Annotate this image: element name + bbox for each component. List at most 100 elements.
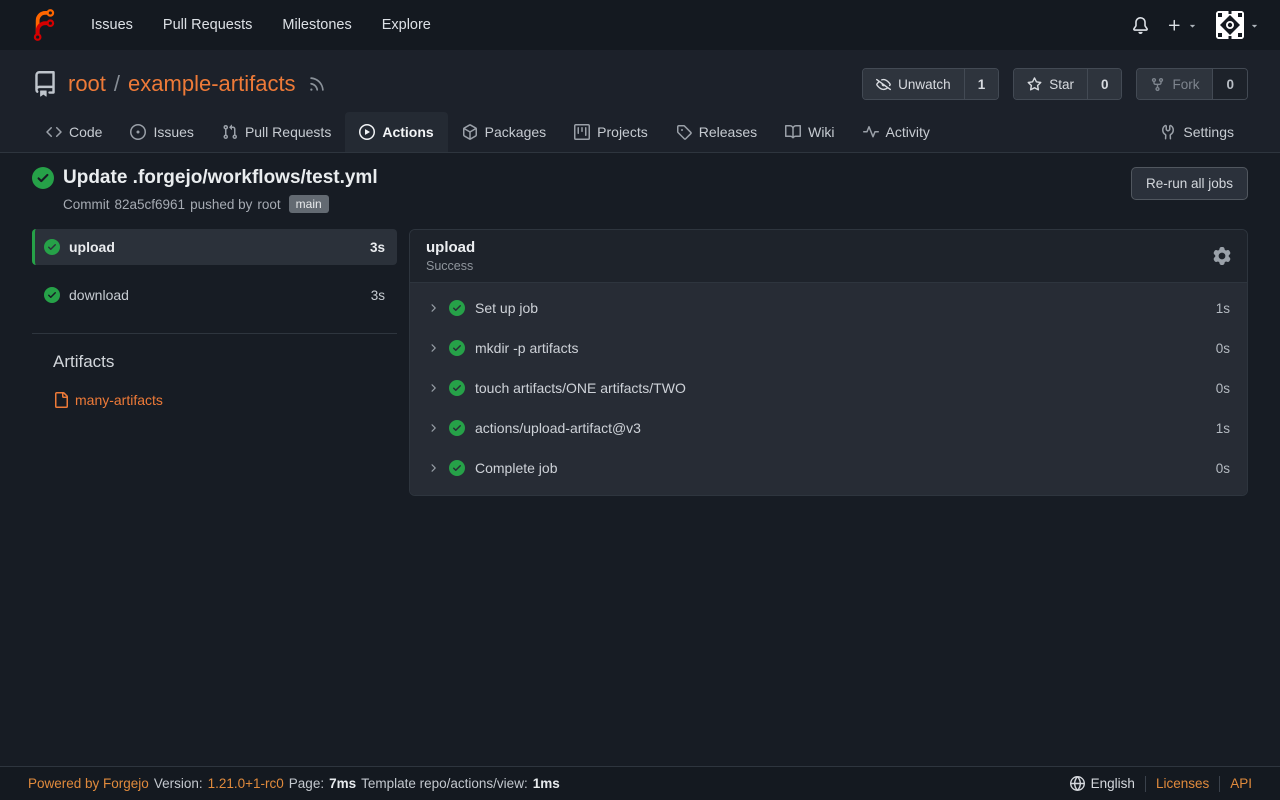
commit-sha-link[interactable]: 82a5cf6961 bbox=[115, 197, 186, 212]
main-content: Update .forgejo/workflows/test.yml Commi… bbox=[0, 153, 1280, 766]
job-item-download[interactable]: download 3s bbox=[32, 277, 397, 313]
step-row-mkdir[interactable]: mkdir -p artifacts 0s bbox=[410, 328, 1247, 368]
user-menu-dropdown[interactable] bbox=[1216, 11, 1260, 39]
success-check-icon bbox=[44, 239, 60, 255]
job-detail-header: upload Success bbox=[410, 230, 1247, 282]
fork-button-group: Fork 0 bbox=[1136, 68, 1248, 100]
fork-icon bbox=[1150, 77, 1165, 92]
page-time: 7ms bbox=[329, 776, 356, 791]
sidebar-divider bbox=[32, 333, 397, 334]
globe-icon bbox=[1070, 776, 1085, 791]
tag-icon bbox=[676, 124, 692, 140]
chevron-right-icon bbox=[427, 302, 439, 314]
plus-icon bbox=[1167, 18, 1182, 33]
step-row-upload-artifact[interactable]: actions/upload-artifact@v3 1s bbox=[410, 408, 1247, 448]
repo-owner-link[interactable]: root bbox=[68, 71, 106, 97]
repo-name-link[interactable]: example-artifacts bbox=[128, 71, 296, 97]
nav-pull-requests[interactable]: Pull Requests bbox=[148, 0, 267, 50]
user-avatar bbox=[1216, 11, 1244, 39]
pulse-icon bbox=[863, 124, 879, 140]
top-navbar: Issues Pull Requests Milestones Explore bbox=[0, 0, 1280, 50]
artifacts-section: Artifacts many-artifacts bbox=[53, 352, 397, 408]
tab-pull-requests[interactable]: Pull Requests bbox=[208, 112, 345, 152]
tab-code[interactable]: Code bbox=[32, 112, 116, 152]
job-detail-card: upload Success Set up job 1s mkdir -p bbox=[409, 229, 1248, 496]
forgejo-logo-icon[interactable] bbox=[28, 9, 60, 41]
job-name: download bbox=[69, 287, 129, 303]
tab-releases[interactable]: Releases bbox=[662, 112, 771, 152]
watch-count[interactable]: 1 bbox=[964, 69, 999, 99]
page-label: Page: bbox=[289, 776, 324, 791]
nav-explore[interactable]: Explore bbox=[367, 0, 446, 50]
chevron-right-icon bbox=[427, 342, 439, 354]
artifacts-heading: Artifacts bbox=[53, 352, 397, 372]
commit-line: Commit 82a5cf6961 pushed by root main bbox=[63, 195, 378, 213]
step-name: actions/upload-artifact@v3 bbox=[475, 420, 641, 436]
nav-issues[interactable]: Issues bbox=[76, 0, 148, 50]
success-check-icon bbox=[449, 420, 465, 436]
success-check-icon bbox=[449, 460, 465, 476]
step-duration: 0s bbox=[1216, 341, 1230, 356]
tab-issues[interactable]: Issues bbox=[116, 112, 207, 152]
chevron-down-icon bbox=[1187, 20, 1198, 31]
tab-actions[interactable]: Actions bbox=[345, 112, 447, 152]
gear-icon[interactable] bbox=[1213, 247, 1231, 265]
step-name: Set up job bbox=[475, 300, 538, 316]
tab-wiki[interactable]: Wiki bbox=[771, 112, 848, 152]
book-icon bbox=[785, 124, 801, 140]
chevron-down-icon bbox=[1249, 20, 1260, 31]
step-duration: 0s bbox=[1216, 381, 1230, 396]
footer: Powered by Forgejo Version: 1.21.0+1-rc0… bbox=[0, 766, 1280, 800]
version-label: Version: bbox=[154, 776, 203, 791]
notifications-bell-icon[interactable] bbox=[1132, 17, 1149, 34]
rerun-all-jobs-button[interactable]: Re-run all jobs bbox=[1131, 167, 1248, 200]
project-board-icon bbox=[574, 124, 590, 140]
star-icon bbox=[1027, 77, 1042, 92]
artifact-link-many-artifacts[interactable]: many-artifacts bbox=[53, 392, 397, 408]
star-count[interactable]: 0 bbox=[1087, 69, 1122, 99]
step-row-complete[interactable]: Complete job 0s bbox=[410, 448, 1247, 488]
branch-badge[interactable]: main bbox=[289, 195, 329, 213]
nav-milestones[interactable]: Milestones bbox=[267, 0, 366, 50]
jobs-sidebar: upload 3s download 3s Artifacts many-art… bbox=[32, 229, 397, 408]
create-new-dropdown[interactable] bbox=[1167, 18, 1198, 33]
unwatch-button[interactable]: Unwatch bbox=[863, 69, 964, 99]
star-button[interactable]: Star bbox=[1014, 69, 1087, 99]
tools-icon bbox=[1160, 124, 1176, 140]
play-circle-icon bbox=[359, 124, 375, 140]
eye-slash-icon bbox=[876, 77, 891, 92]
step-duration: 0s bbox=[1216, 461, 1230, 476]
licenses-link[interactable]: Licenses bbox=[1156, 776, 1209, 791]
chevron-right-icon bbox=[427, 422, 439, 434]
job-status-text: Success bbox=[426, 259, 475, 273]
version-link[interactable]: 1.21.0+1-rc0 bbox=[208, 776, 284, 791]
step-name: touch artifacts/ONE artifacts/TWO bbox=[475, 380, 686, 396]
tab-activity[interactable]: Activity bbox=[849, 112, 944, 152]
success-check-icon bbox=[32, 167, 54, 189]
success-check-icon bbox=[44, 287, 60, 303]
chevron-right-icon bbox=[427, 462, 439, 474]
step-row-setup[interactable]: Set up job 1s bbox=[410, 288, 1247, 328]
job-detail-title: upload bbox=[426, 239, 475, 256]
chevron-right-icon bbox=[427, 382, 439, 394]
commit-author-link[interactable]: root bbox=[257, 197, 280, 212]
tab-settings[interactable]: Settings bbox=[1146, 112, 1248, 152]
job-item-upload[interactable]: upload 3s bbox=[32, 229, 397, 265]
template-time: 1ms bbox=[533, 776, 560, 791]
tab-packages[interactable]: Packages bbox=[448, 112, 560, 152]
tab-projects[interactable]: Projects bbox=[560, 112, 662, 152]
fork-count[interactable]: 0 bbox=[1212, 69, 1247, 99]
success-check-icon bbox=[449, 300, 465, 316]
code-icon bbox=[46, 124, 62, 140]
language-selector[interactable]: English bbox=[1070, 776, 1135, 791]
powered-by-link[interactable]: Powered by Forgejo bbox=[28, 776, 149, 791]
step-row-touch[interactable]: touch artifacts/ONE artifacts/TWO 0s bbox=[410, 368, 1247, 408]
job-duration: 3s bbox=[371, 288, 385, 303]
rss-feed-icon[interactable] bbox=[308, 75, 326, 93]
api-link[interactable]: API bbox=[1230, 776, 1252, 791]
watch-button-group: Unwatch 1 bbox=[862, 68, 999, 100]
success-check-icon bbox=[449, 380, 465, 396]
fork-button: Fork bbox=[1137, 69, 1212, 99]
success-check-icon bbox=[449, 340, 465, 356]
run-info: Update .forgejo/workflows/test.yml Commi… bbox=[32, 167, 378, 213]
